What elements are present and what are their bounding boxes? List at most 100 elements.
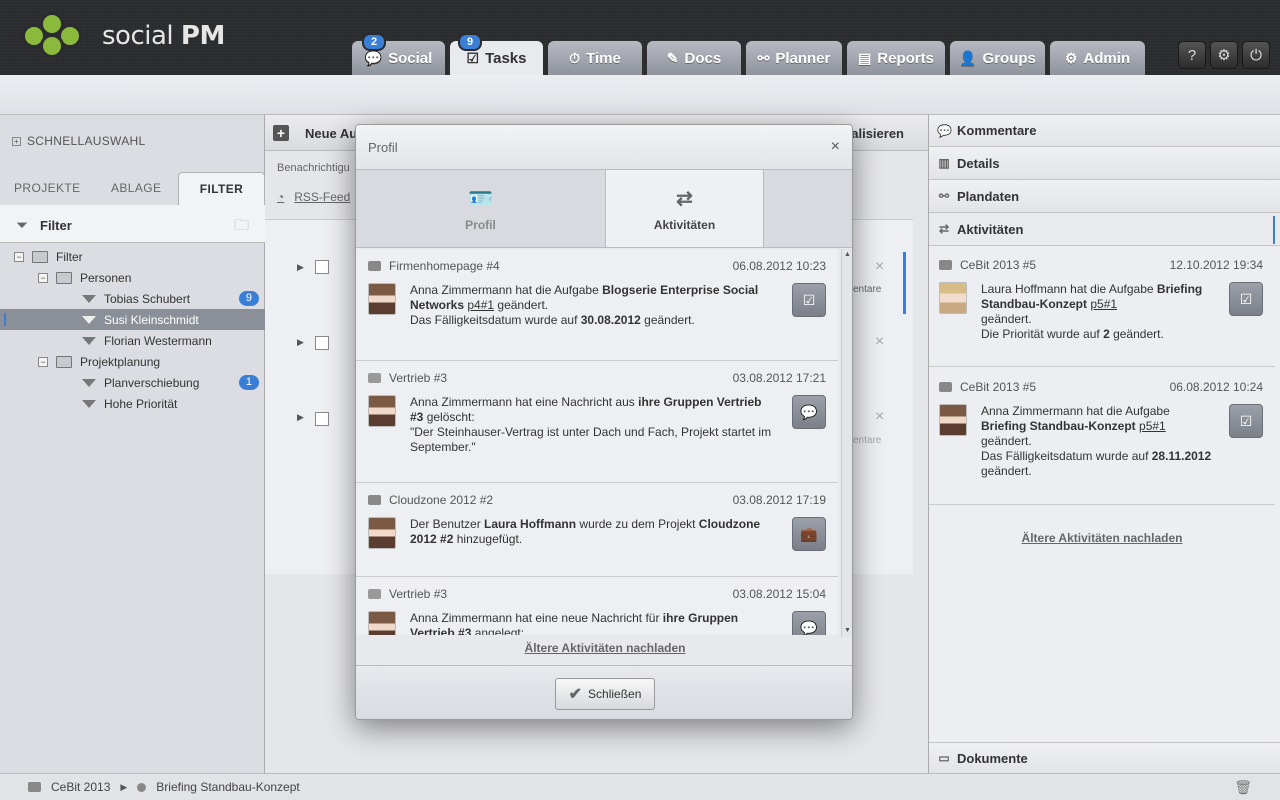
activity-project[interactable]: Vertrieb #3 [389,587,447,601]
task-checkbox[interactable] [315,260,329,274]
tab-filter[interactable]: FILTER [178,172,265,205]
tab-ablage[interactable]: ABLAGE [85,172,178,205]
activity-project[interactable]: Vertrieb #3 [389,371,447,385]
tree-item-projektplanung[interactable]: − Projektplanung [0,351,265,372]
scroll-down-icon[interactable]: ▼ [844,627,851,634]
avatar[interactable] [368,283,396,315]
section-details[interactable]: ▥ Details [929,147,1280,180]
tree-item-label: Hohe Priorität [104,396,178,411]
details-icon: ▥ [938,156,950,170]
help-button[interactable]: ? [1178,41,1206,69]
expand-arrow-icon[interactable]: ▶ [297,337,304,348]
tab-tasks[interactable]: 9 ☑ Tasks [450,33,543,76]
new-task-button[interactable]: Neue Au [305,126,357,141]
settings-button[interactable]: ⚙ [1210,41,1238,69]
task-link[interactable]: p5#1 [1090,297,1117,311]
activity-text: Anna Zimmermann hat die Aufgabe Briefing… [981,404,1212,478]
tree-item-label: Personen [80,270,132,285]
load-more-activities-link[interactable]: Ältere Aktivitäten nachladen [356,641,852,655]
tab-groups[interactable]: 👤 Groups [950,41,1045,75]
close-button[interactable]: ✔ Schließen [555,677,655,710]
briefcase-icon [368,495,381,505]
rss-feed-link[interactable]: ◔ RSS-Feed [277,190,350,204]
quick-select[interactable]: + SCHNELLAUSWAHL [12,134,145,148]
tree-item-susi-kleinschmidt[interactable]: Susi Kleinschmidt [0,309,265,330]
collapse-icon[interactable]: − [14,251,24,262]
expand-arrow-icon[interactable]: ▶ [297,412,304,423]
main-nav: 2 💬 Social 9 ☑ Tasks ⏱ Time ✎ Docs ⚯ Planner ▤ R… [352,33,1145,76]
activity-list: Firmenhomepage #4 06.08.2012 10:23 Anna Z… [356,249,840,635]
add-folder-icon[interactable]: 🗀 [234,215,249,240]
tab-aktivitaeten[interactable]: ⇄ Aktivitäten [605,170,764,247]
close-icon[interactable]: × [875,333,884,351]
close-dialog-button[interactable]: × [831,138,840,156]
section-kommentare[interactable]: 💬 Kommentare [929,115,1280,147]
power-button[interactable]: ⏻ [1242,41,1270,69]
load-more-activities-link[interactable]: Ältere Aktivitäten nachladen [929,531,1275,545]
tab-planner[interactable]: ⚯ Planner [746,41,842,75]
briefcase-icon [368,261,381,271]
project-action-button[interactable]: 💼 [792,517,826,551]
expand-arrow-icon[interactable]: ▶ [297,262,304,273]
tab-docs[interactable]: ✎ Docs [647,41,741,75]
add-icon[interactable]: + [273,125,289,141]
activity-project[interactable]: Firmenhomepage #4 [389,259,500,273]
tree-item-tobias-schubert[interactable]: Tobias Schubert 9 [0,288,265,309]
avatar[interactable] [368,611,396,635]
tab-reports[interactable]: ▤ Reports [847,41,945,75]
avatar[interactable] [939,404,967,436]
row-text: entare [853,435,882,446]
refresh-button[interactable]: alisieren [851,126,904,141]
section-aktivitaeten[interactable]: ⇄ Aktivitäten [929,213,1280,246]
section-label: Dokumente [957,750,1028,766]
activity-project[interactable]: CeBit 2013 #5 [960,380,1036,394]
tree-item-planverschiebung[interactable]: Planverschiebung 1 [0,372,265,393]
tree-item-filter[interactable]: − Filter [0,246,265,267]
tab-projekte[interactable]: PROJEKTE [0,172,85,205]
tree-item-hohe-prioritaet[interactable]: Hohe Priorität [0,393,265,414]
dialog-footer: ✔ Schließen [356,665,852,719]
folder-icon [56,355,72,368]
activity-item: CeBit 2013 #5 06.08.2012 10:24 Anna Zimme… [929,370,1275,489]
task-action-button[interactable]: ☑ [1229,404,1263,438]
close-icon[interactable]: × [875,258,884,276]
avatar[interactable] [939,282,967,314]
activity-project[interactable]: CeBit 2013 #5 [960,258,1036,272]
scroll-up-icon[interactable]: ▲ [844,251,851,258]
folder-icon [32,250,48,263]
task-checkbox[interactable] [315,412,329,426]
task-checkbox[interactable] [315,336,329,350]
users-icon: 👤 [959,49,977,66]
tree-item-personen[interactable]: − Personen [0,267,265,288]
collapse-icon[interactable]: − [38,272,48,283]
avatar[interactable] [368,395,396,427]
task-link[interactable]: p4#1 [467,298,494,312]
tasks-badge: 9 [458,33,483,51]
tree-item-florian-westermann[interactable]: Florian Westermann [0,330,265,351]
message-action-button[interactable]: 💬 [792,395,826,429]
breadcrumb-project[interactable]: CeBit 2013 [51,780,110,794]
tab-social[interactable]: 2 💬 Social [352,33,445,75]
task-link[interactable]: p5#1 [1139,419,1166,433]
task-action-button[interactable]: ☑ [1229,282,1263,316]
avatar[interactable] [368,517,396,549]
dialog-scrollbar[interactable]: ▲ ▼ [841,249,852,637]
close-icon[interactable]: × [875,408,884,426]
checkbox-icon: ☑ [1239,290,1253,307]
task-action-button[interactable]: ☑ [792,283,826,317]
activity-project[interactable]: Cloudzone 2012 #2 [389,493,493,507]
message-action-button[interactable]: 💬 [792,611,826,635]
trash-icon[interactable]: 🗑 [1234,779,1252,796]
tab-time-label: Time [586,49,621,67]
left-panel: + SCHNELLAUSWAHL PROJEKTE ABLAGE FILTER ⏷… [0,115,265,773]
section-plandaten[interactable]: ⚯ Plandaten [929,180,1280,213]
tab-admin[interactable]: ⚙ Admin [1050,41,1145,75]
breadcrumb-task[interactable]: Briefing Standbau-Konzept [156,780,299,794]
collapse-icon[interactable]: − [38,356,48,367]
section-label: Plandaten [957,188,1020,204]
logo[interactable]: social PM [22,12,225,60]
tab-profil[interactable]: 🪪 Profil [356,170,605,247]
tab-time[interactable]: ⏱ Time [548,41,642,75]
add-filter-icon[interactable]: ⏷ [16,217,28,234]
section-dokumente[interactable]: ▭ Dokumente [929,742,1280,773]
